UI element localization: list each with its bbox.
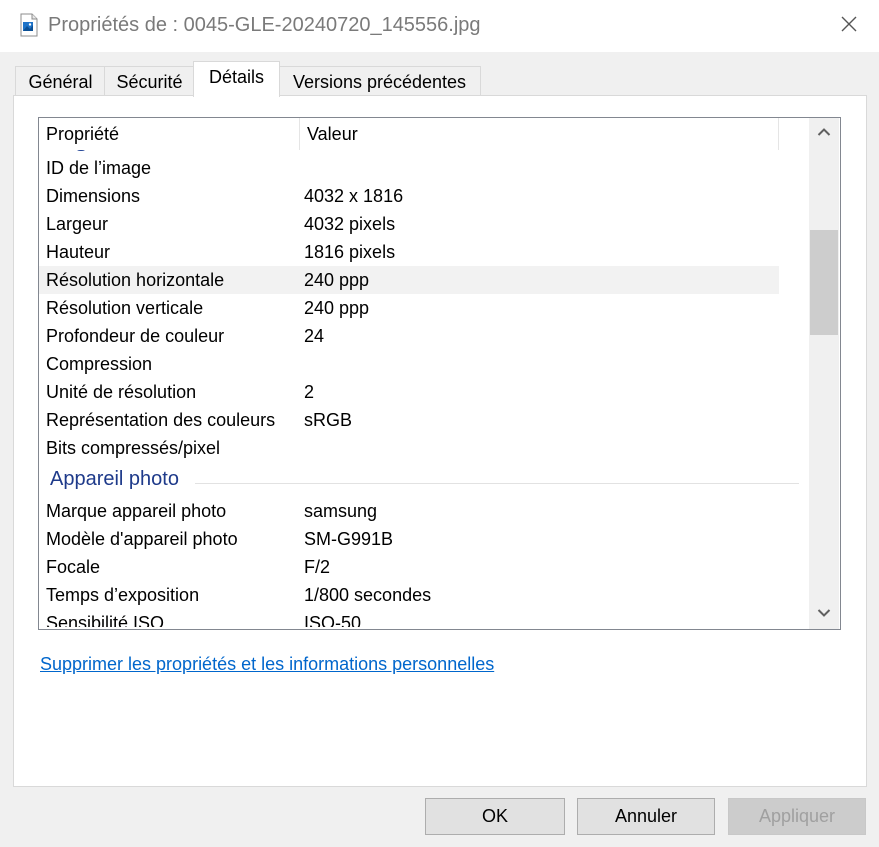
property-name: Résolution horizontale — [46, 270, 225, 290]
tab-previous-versions[interactable]: Versions précédentes — [278, 66, 481, 96]
scroll-up-button[interactable] — [809, 118, 839, 148]
tab-general[interactable]: Général — [15, 66, 106, 96]
property-name: Hauteur — [46, 242, 111, 262]
properties-list[interactable]: Propriété Valeur ID de l’image Dimension… — [38, 117, 841, 630]
property-name: ID de l’image — [46, 158, 152, 178]
property-name: Marque appareil photo — [46, 501, 227, 521]
group-title: Appareil photo — [50, 468, 179, 490]
property-name: Largeur — [46, 214, 109, 234]
property-name: Profondeur de couleur — [46, 326, 225, 346]
clipped-text-fragment — [75, 150, 87, 151]
list-item[interactable]: Hauteur 1816 pixels — [39, 238, 779, 266]
list-item[interactable]: Temps d’exposition 1/800 secondes — [39, 581, 779, 609]
property-value: ISO-50 — [304, 613, 362, 627]
scroll-down-button[interactable] — [809, 599, 839, 629]
list-item[interactable]: Représentation des couleurs sRGB — [39, 406, 779, 434]
tab-details[interactable]: Détails — [193, 61, 280, 97]
vertical-scrollbar[interactable] — [809, 118, 839, 629]
scroll-thumb[interactable] — [810, 230, 838, 335]
property-name: Sensibilité ISO — [46, 613, 165, 627]
list-item[interactable]: Bits compressés/pixel — [39, 434, 779, 462]
property-value: F/2 — [304, 557, 331, 577]
list-item[interactable]: Compression — [39, 350, 779, 378]
property-name: Focale — [46, 557, 101, 577]
property-name: Représentation des couleurs — [46, 410, 276, 430]
remove-properties-link[interactable]: Supprimer les propriétés et les informat… — [40, 654, 494, 675]
close-icon — [840, 15, 858, 38]
property-name: Dimensions — [46, 186, 141, 206]
list-item[interactable]: Profondeur de couleur 24 — [39, 322, 779, 350]
property-name: Unité de résolution — [46, 382, 197, 402]
chevron-up-icon — [817, 124, 831, 142]
list-item[interactable]: Dimensions 4032 x 1816 — [39, 182, 779, 210]
close-button[interactable] — [826, 6, 872, 46]
property-value: 240 ppp — [304, 270, 370, 290]
list-item[interactable]: Largeur 4032 pixels — [39, 210, 779, 238]
property-value: 4032 pixels — [304, 214, 396, 234]
list-item[interactable]: Modèle d'appareil photo SM-G991B — [39, 525, 779, 553]
property-value: 24 — [304, 326, 325, 346]
property-value: SM-G991B — [304, 529, 394, 549]
list-body: ID de l’image Dimensions 4032 x 1816 Larg… — [39, 150, 799, 627]
property-name: Compression — [46, 354, 153, 374]
property-value: 2 — [304, 382, 315, 402]
property-value: 1/800 secondes — [304, 585, 432, 605]
property-name: Modèle d'appareil photo — [46, 529, 238, 549]
title-bar: Propriétés de : 0045-GLE-20240720_145556… — [0, 0, 879, 52]
list-item[interactable]: Sensibilité ISO ISO-50 — [39, 609, 779, 627]
group-header-camera[interactable]: Appareil photo — [39, 466, 799, 496]
property-name: Temps d’exposition — [46, 585, 200, 605]
window-title: Propriétés de : 0045-GLE-20240720_145556… — [48, 14, 481, 36]
list-item[interactable]: Focale F/2 — [39, 553, 779, 581]
property-name: Bits compressés/pixel — [46, 438, 221, 458]
property-value: 240 ppp — [304, 298, 370, 318]
group-divider — [195, 483, 799, 484]
property-value: sRGB — [304, 410, 353, 430]
chevron-down-icon — [817, 605, 831, 623]
property-value: 1816 pixels — [304, 242, 396, 262]
list-header: Propriété Valeur — [39, 118, 779, 150]
ok-button[interactable]: OK — [425, 798, 565, 835]
list-item[interactable]: ID de l’image — [39, 154, 779, 182]
list-item[interactable]: Marque appareil photo samsung — [39, 497, 779, 525]
list-item-selected[interactable]: Résolution horizontale 240 ppp — [39, 266, 779, 294]
list-item[interactable]: Résolution verticale 240 ppp — [39, 294, 779, 322]
column-header-property[interactable]: Propriété — [39, 118, 300, 150]
column-header-value[interactable]: Valeur — [300, 118, 779, 150]
property-value: samsung — [304, 501, 378, 521]
property-value: 4032 x 1816 — [304, 186, 404, 206]
image-file-icon — [19, 13, 39, 37]
list-item[interactable]: Unité de résolution 2 — [39, 378, 779, 406]
apply-button[interactable]: Appliquer — [728, 798, 866, 835]
cancel-button[interactable]: Annuler — [577, 798, 715, 835]
properties-dialog: Propriétés de : 0045-GLE-20240720_145556… — [0, 0, 879, 847]
property-name: Résolution verticale — [46, 298, 204, 318]
tab-security[interactable]: Sécurité — [104, 66, 195, 96]
